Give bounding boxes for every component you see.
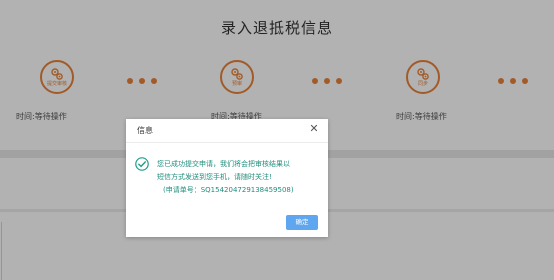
dialog-title: 信息 xyxy=(137,126,153,135)
dialog-message: 您已成功提交申请，我们将会把审核结果以 短信方式发送到您手机，请随时关注! (申… xyxy=(157,158,325,197)
dialog-header: 信息 ✕ xyxy=(126,119,328,143)
check-circle-icon xyxy=(135,157,149,171)
order-number: (申请单号：SQ154204729138459508) xyxy=(163,186,294,194)
close-icon[interactable]: ✕ xyxy=(308,123,320,135)
info-dialog: 信息 ✕ 您已成功提交申请，我们将会把审核结果以 短信方式发送到您手机，请随时关… xyxy=(126,119,328,237)
message-line: 短信方式发送到您手机，请随时关注! xyxy=(157,173,272,181)
message-line: 您已成功提交申请，我们将会把审核结果以 xyxy=(157,160,290,168)
confirm-button[interactable]: 确定 xyxy=(286,215,318,230)
